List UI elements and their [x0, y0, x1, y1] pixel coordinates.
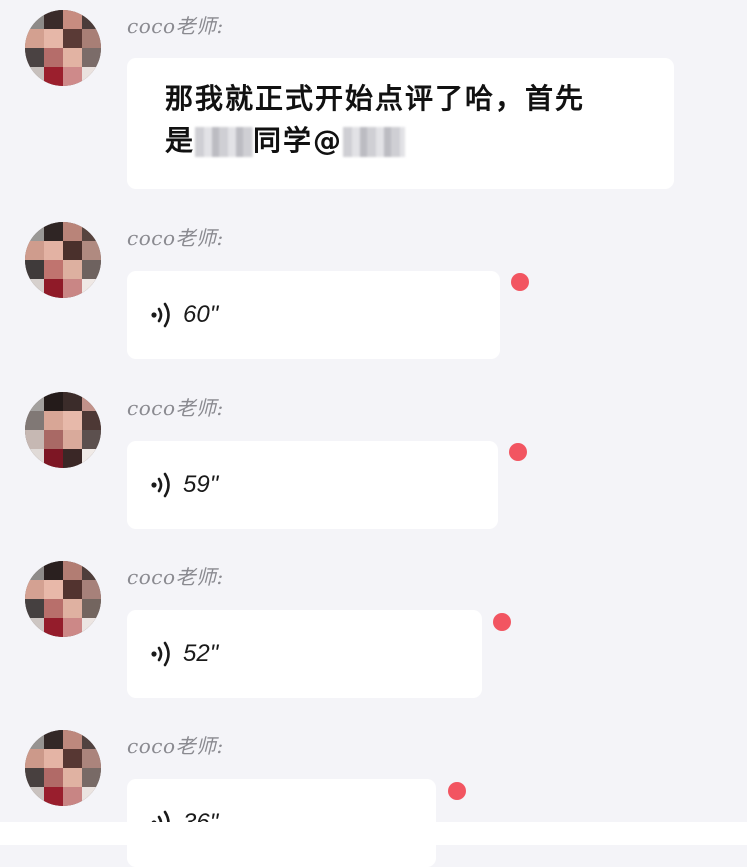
- avatar[interactable]: [25, 222, 101, 298]
- unread-dot: [509, 443, 527, 461]
- unread-dot: [448, 782, 466, 800]
- avatar[interactable]: [25, 561, 101, 637]
- bottom-overlay: [0, 822, 747, 845]
- text-segment: 同学@: [253, 124, 344, 157]
- sender-name: coco老师:: [127, 565, 224, 589]
- avatar[interactable]: [25, 730, 101, 806]
- text-segment: 是: [165, 124, 196, 157]
- voice-wave-icon: [151, 302, 170, 328]
- pixelated-avatar-icon: [25, 222, 101, 298]
- sender-name: coco老师:: [127, 396, 224, 420]
- pixelated-avatar-icon: [25, 10, 101, 86]
- message-text-line-2: 是 同学@: [165, 120, 640, 162]
- sender-name: coco老师:: [127, 734, 224, 758]
- voice-wave-icon: [151, 641, 170, 667]
- avatar[interactable]: [25, 392, 101, 468]
- blurred-name: [195, 127, 254, 157]
- voice-duration: 60": [183, 301, 219, 328]
- voice-wave-icon: [151, 472, 170, 498]
- text-bubble[interactable]: 那我就正式开始点评了哈，首先 是 同学@: [127, 58, 674, 189]
- unread-dot: [493, 613, 511, 631]
- voice-bubble[interactable]: 59": [127, 441, 498, 529]
- avatar[interactable]: [25, 10, 101, 86]
- blurred-mention: [343, 127, 406, 157]
- voice-bubble[interactable]: 60": [127, 271, 500, 359]
- voice-duration: 59": [183, 471, 219, 498]
- voice-bubble[interactable]: 52": [127, 610, 482, 698]
- sender-name: coco老师:: [127, 226, 224, 250]
- pixelated-avatar-icon: [25, 561, 101, 637]
- pixelated-avatar-icon: [25, 392, 101, 468]
- unread-dot: [511, 273, 529, 291]
- pixelated-avatar-icon: [25, 730, 101, 806]
- voice-duration: 52": [183, 640, 219, 667]
- sender-name: coco老师:: [127, 14, 224, 38]
- message-text-line-1: 那我就正式开始点评了哈，首先: [165, 82, 586, 115]
